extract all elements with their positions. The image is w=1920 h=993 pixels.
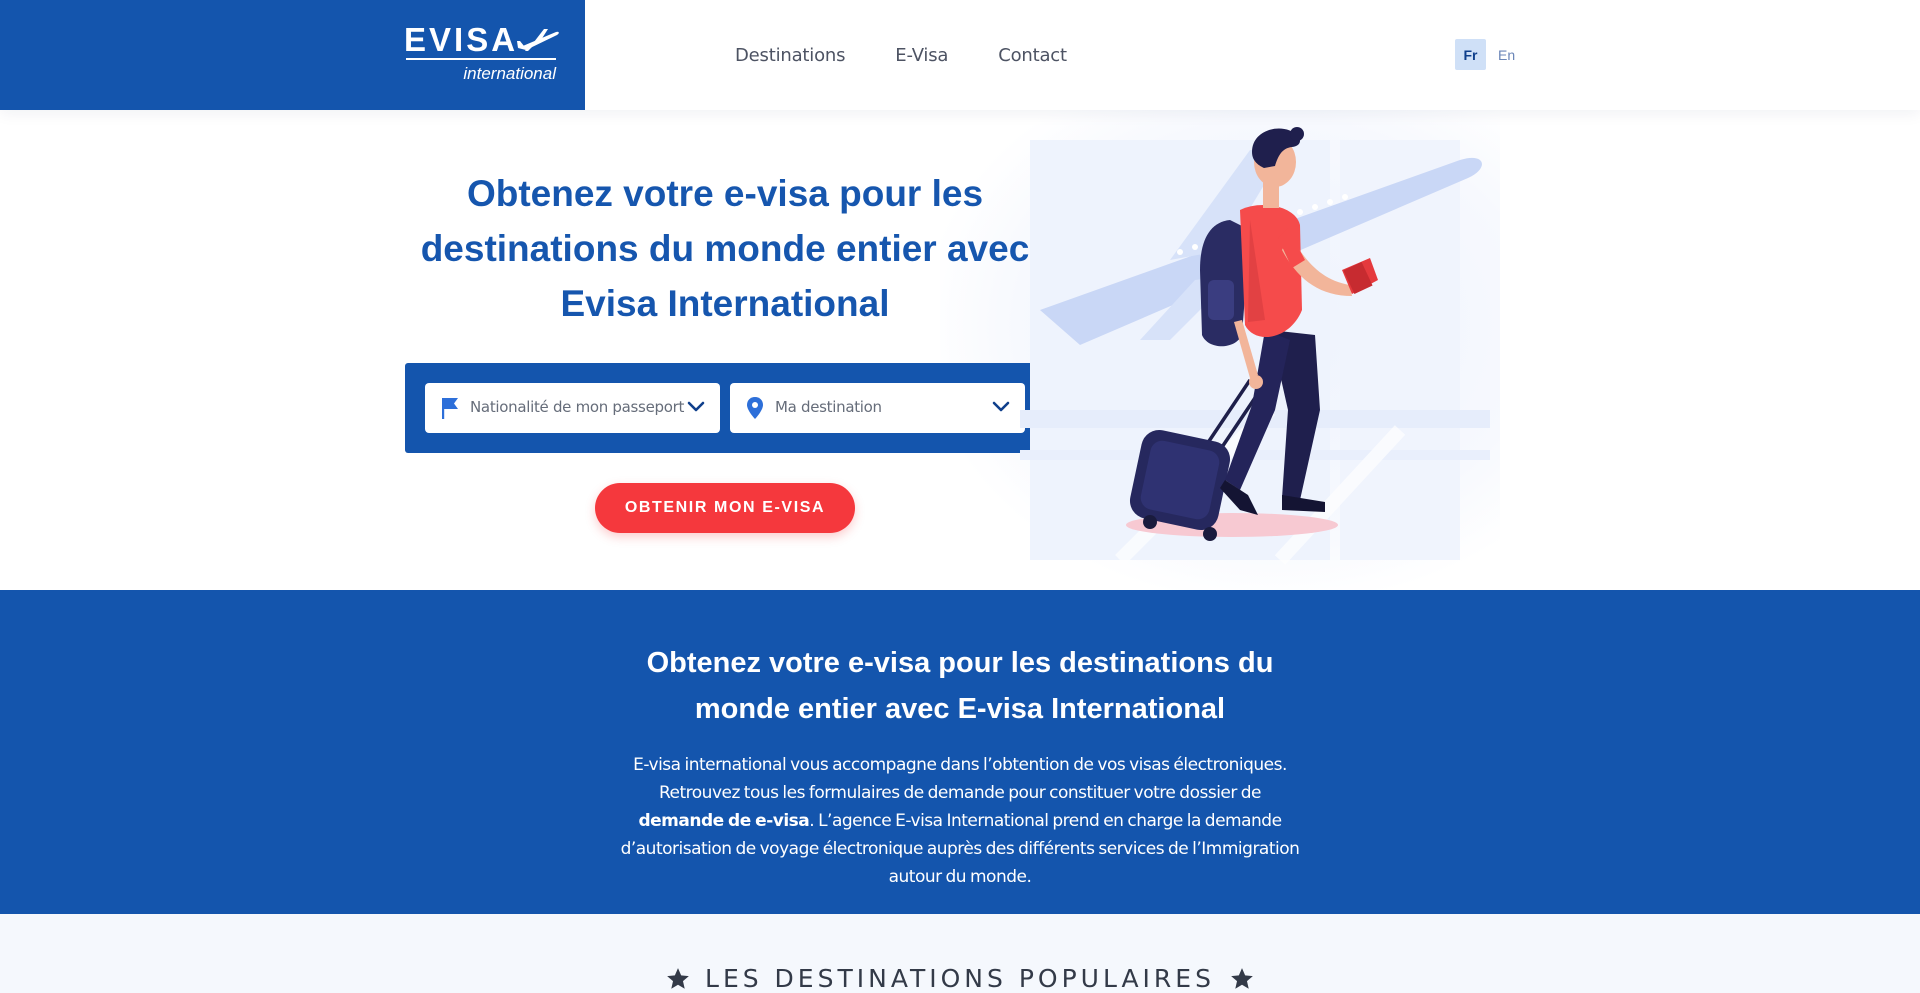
visa-search-form: Nationalité de mon passeport Ma destinat… [405, 363, 1045, 453]
nav-contact[interactable]: Contact [998, 45, 1067, 66]
intro-paragraph: E-visa international vous accompagne dan… [620, 751, 1300, 891]
star-icon [667, 967, 689, 989]
airplane-icon [517, 29, 559, 51]
flag-icon [442, 398, 458, 419]
hero-section: Obtenez votre e-visa pour les destinatio… [0, 110, 1920, 590]
logo-divider [406, 58, 556, 60]
language-switcher: Fr En [1455, 39, 1515, 70]
nationality-select[interactable]: Nationalité de mon passeport [425, 383, 720, 433]
lang-fr-button[interactable]: Fr [1455, 39, 1486, 70]
logo-subtitle: international [463, 64, 556, 83]
intro-text-bold: demande de e-visa [638, 811, 810, 831]
popular-heading-text: LES DESTINATIONS POPULAIRES [705, 964, 1215, 993]
site-header: EVISA international Destinations E-Visa … [0, 0, 1920, 110]
logo-block: EVISA international [0, 0, 585, 110]
hero-title-strong: Obtenez votre e-visa pour les destinatio… [420, 173, 984, 269]
lang-en-button[interactable]: En [1498, 47, 1515, 63]
intro-text-1: E-visa international vous accompagne dan… [633, 755, 1287, 803]
hero-title: Obtenez votre e-visa pour les destinatio… [415, 166, 1035, 331]
nationality-placeholder: Nationalité de mon passeport [470, 398, 685, 416]
star-icon [1231, 967, 1253, 989]
get-evisa-button[interactable]: OBTENIR MON E-VISA [595, 483, 855, 533]
destination-select[interactable]: Ma destination [730, 383, 1025, 433]
popular-heading: LES DESTINATIONS POPULAIRES [0, 964, 1920, 993]
chevron-down-icon [992, 401, 1010, 412]
traveler-illustration [1020, 127, 1490, 565]
destination-placeholder: Ma destination [775, 398, 882, 416]
logo-wordmark: EVISA [404, 21, 519, 58]
intro-section: Obtenez votre e-visa pour les destinatio… [0, 590, 1920, 914]
map-pin-icon [747, 397, 763, 419]
site-logo[interactable]: EVISA international [404, 22, 564, 88]
nav-destinations[interactable]: Destinations [735, 45, 845, 66]
chevron-down-icon [687, 401, 705, 412]
main-nav: Destinations E-Visa Contact [735, 0, 1117, 110]
nav-e-visa[interactable]: E-Visa [895, 45, 948, 66]
intro-title: Obtenez votre e-visa pour les destinatio… [646, 647, 1274, 725]
popular-destinations-section: LES DESTINATIONS POPULAIRES [0, 914, 1920, 993]
